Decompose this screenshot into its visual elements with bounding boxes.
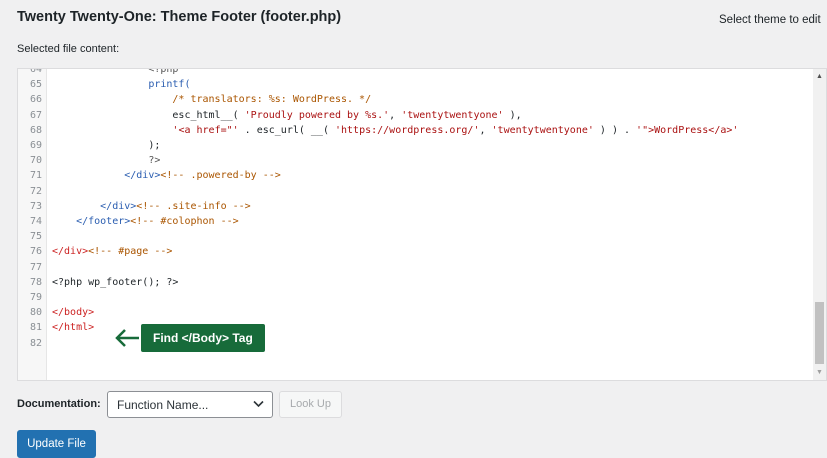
function-name-select-value: Function Name... bbox=[117, 398, 209, 412]
scroll-up-icon[interactable]: ▲ bbox=[816, 73, 823, 80]
selected-file-label: Selected file content: bbox=[17, 43, 120, 55]
scroll-thumb[interactable] bbox=[815, 302, 824, 364]
code-token: </body> bbox=[52, 307, 95, 319]
line-number: 79 bbox=[29, 292, 42, 303]
arrow-left-icon bbox=[115, 329, 139, 347]
line-code: ); bbox=[52, 138, 160, 153]
line-number: 76 bbox=[29, 246, 42, 258]
code-token: printf( bbox=[52, 79, 191, 91]
code-token: </footer> bbox=[52, 216, 131, 227]
code-token: </html> bbox=[52, 322, 95, 334]
code-token: , bbox=[389, 109, 402, 121]
code-token: ); bbox=[52, 140, 161, 151]
code-token: <!-- #colophon --> bbox=[130, 216, 239, 227]
code-token: 'https://wordpress.org/' bbox=[334, 124, 480, 136]
line-code: <?php bbox=[52, 68, 179, 77]
line-number: 73 bbox=[29, 200, 42, 212]
documentation-label: Documentation: bbox=[17, 398, 101, 410]
line-number: 74 bbox=[29, 216, 42, 227]
line-number: 72 bbox=[29, 185, 42, 197]
code-token: <!-- .site-info --> bbox=[136, 200, 251, 212]
code-token: <!-- .powered-by --> bbox=[160, 170, 281, 182]
line-number: 71 bbox=[29, 170, 42, 182]
code-token: </div> bbox=[52, 200, 137, 212]
line-code: </div><!-- .site-info --> bbox=[52, 199, 251, 214]
line-number: 82 bbox=[29, 337, 42, 349]
chevron-down-icon bbox=[253, 400, 264, 408]
code-token: ), bbox=[503, 109, 522, 121]
line-code: <?php wp_footer(); ?> bbox=[52, 275, 178, 290]
line-number: 68 bbox=[29, 124, 42, 136]
line-code: </body> bbox=[52, 305, 94, 320]
code-token: 'Proudly powered by %s.' bbox=[244, 109, 390, 121]
line-code: printf( bbox=[52, 77, 190, 92]
line-code: ?> bbox=[52, 153, 160, 168]
line-number: 80 bbox=[29, 307, 42, 319]
line-code: '<a href="' . esc_url( __( 'https://word… bbox=[52, 123, 738, 138]
callout-label: Find </Body> Tag bbox=[141, 324, 265, 352]
line-code: </div><!-- .powered-by --> bbox=[52, 168, 281, 183]
line-code: </div><!-- #page --> bbox=[52, 244, 172, 259]
line-number: 75 bbox=[29, 231, 42, 243]
line-code: /* translators: %s: WordPress. */ bbox=[52, 92, 371, 107]
line-number: 78 bbox=[29, 276, 42, 288]
code-token: ?> bbox=[52, 155, 161, 167]
line-number: 65 bbox=[29, 79, 42, 91]
editor-scrollbar[interactable]: ▲ ▼ bbox=[813, 69, 826, 380]
line-code: </footer><!-- #colophon --> bbox=[52, 214, 239, 229]
code-token: <!-- #page --> bbox=[88, 246, 173, 258]
code-token: . esc_url( __( bbox=[238, 124, 335, 136]
code-token: , bbox=[479, 124, 492, 136]
code-token: 'twentytwentyone' bbox=[401, 109, 504, 121]
code-token: <?php bbox=[52, 68, 179, 75]
update-file-button[interactable]: Update File bbox=[17, 430, 96, 458]
code-token: </div> bbox=[52, 246, 89, 258]
select-theme-label: Select theme to edit bbox=[719, 14, 821, 26]
look-up-button[interactable]: Look Up bbox=[279, 391, 342, 418]
code-token: esc_html__( bbox=[52, 109, 245, 121]
code-token: /* translators: %s: WordPress. */ bbox=[52, 94, 372, 106]
line-code: esc_html__( 'Proudly powered by %s.', 't… bbox=[52, 108, 522, 123]
line-number: 64 bbox=[29, 68, 42, 75]
line-number: 66 bbox=[29, 94, 42, 106]
line-number: 70 bbox=[29, 155, 42, 167]
code-token: '">WordPress</a>' bbox=[636, 124, 739, 136]
code-token: 'twentytwentyone' bbox=[491, 124, 594, 136]
page-title: Twenty Twenty-One: Theme Footer (footer.… bbox=[17, 9, 342, 25]
function-name-select[interactable]: Function Name... bbox=[107, 391, 273, 418]
line-number: 81 bbox=[29, 322, 42, 334]
code-token: '<a href="' bbox=[172, 124, 239, 136]
line-code: </html> bbox=[52, 320, 94, 335]
scroll-down-icon[interactable]: ▼ bbox=[816, 369, 823, 376]
line-number: 69 bbox=[29, 140, 42, 151]
line-number: 67 bbox=[29, 109, 42, 121]
line-number: 77 bbox=[29, 261, 42, 273]
code-token: </div> bbox=[52, 170, 161, 182]
code-token: <?php wp_footer(); ?> bbox=[52, 276, 179, 288]
code-token: ) ) . bbox=[593, 124, 637, 136]
